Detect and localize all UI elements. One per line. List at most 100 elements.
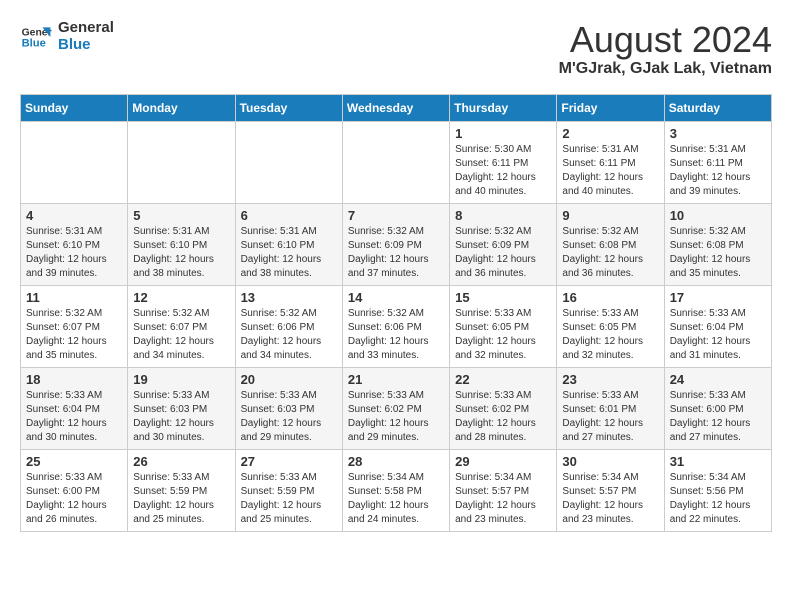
weekday-header: Saturday [664, 94, 771, 121]
calendar-cell: 4 Sunrise: 5:31 AM Sunset: 6:10 PM Daylig… [21, 203, 128, 285]
day-info: Sunrise: 5:33 AM Sunset: 6:00 PM Dayligh… [670, 389, 766, 445]
day-info: Sunrise: 5:33 AM Sunset: 6:03 PM Dayligh… [241, 389, 337, 445]
calendar-cell [342, 121, 449, 203]
day-number: 19 [133, 372, 229, 387]
day-number: 28 [348, 454, 444, 469]
day-info: Sunrise: 5:31 AM Sunset: 6:10 PM Dayligh… [133, 225, 229, 281]
calendar-cell: 31 Sunrise: 5:34 AM Sunset: 5:56 PM Dayli… [664, 449, 771, 531]
day-number: 15 [455, 290, 551, 305]
day-info: Sunrise: 5:31 AM Sunset: 6:11 PM Dayligh… [670, 143, 766, 199]
svg-text:Blue: Blue [22, 37, 46, 49]
calendar-cell: 17Sunrise: 5:33 AM Sunset: 6:04 PM Dayli… [664, 285, 771, 367]
calendar-cell: 12Sunrise: 5:32 AM Sunset: 6:07 PM Dayli… [128, 285, 235, 367]
day-info: Sunrise: 5:31 AM Sunset: 6:11 PM Dayligh… [562, 143, 658, 199]
day-number: 4 [26, 208, 122, 223]
day-number: 30 [562, 454, 658, 469]
day-number: 16 [562, 290, 658, 305]
day-info: Sunrise: 5:31 AM Sunset: 6:10 PM Dayligh… [241, 225, 337, 281]
day-info: Sunrise: 5:33 AM Sunset: 6:02 PM Dayligh… [455, 389, 551, 445]
logo: General Blue General Blue [20, 20, 114, 53]
day-info: Sunrise: 5:34 AM Sunset: 5:57 PM Dayligh… [562, 471, 658, 527]
calendar-cell: 6 Sunrise: 5:31 AM Sunset: 6:10 PM Daylig… [235, 203, 342, 285]
calendar-cell: 19 Sunrise: 5:33 AM Sunset: 6:03 PM Dayli… [128, 367, 235, 449]
calendar-cell: 22 Sunrise: 5:33 AM Sunset: 6:02 PM Dayli… [450, 367, 557, 449]
calendar-cell: 16 Sunrise: 5:33 AM Sunset: 6:05 PM Dayli… [557, 285, 664, 367]
day-number: 1 [455, 126, 551, 141]
page-header: General Blue General Blue August 2024 M'… [20, 20, 772, 78]
calendar-cell: 15 Sunrise: 5:33 AM Sunset: 6:05 PM Dayli… [450, 285, 557, 367]
calendar-cell: 23 Sunrise: 5:33 AM Sunset: 6:01 PM Dayli… [557, 367, 664, 449]
day-info: Sunrise: 5:33 AM Sunset: 6:02 PM Dayligh… [348, 389, 444, 445]
day-number: 18 [26, 372, 122, 387]
calendar-cell: 13 Sunrise: 5:32 AM Sunset: 6:06 PM Dayli… [235, 285, 342, 367]
logo-blue-text: Blue [58, 37, 114, 54]
day-info: Sunrise: 5:33 AM Sunset: 6:05 PM Dayligh… [562, 307, 658, 363]
calendar-week-row: 11 Sunrise: 5:32 AM Sunset: 6:07 PM Dayli… [21, 285, 772, 367]
calendar-cell: 2 Sunrise: 5:31 AM Sunset: 6:11 PM Daylig… [557, 121, 664, 203]
day-info: Sunrise: 5:32 AM Sunset: 6:06 PM Dayligh… [241, 307, 337, 363]
day-number: 11 [26, 290, 122, 305]
day-info: Sunrise: 5:32 AM Sunset: 6:08 PM Dayligh… [562, 225, 658, 281]
day-number: 20 [241, 372, 337, 387]
calendar-table: SundayMondayTuesdayWednesdayThursdayFrid… [20, 94, 772, 532]
weekday-header: Thursday [450, 94, 557, 121]
day-info: Sunrise: 5:33 AM Sunset: 5:59 PM Dayligh… [133, 471, 229, 527]
day-info: Sunrise: 5:33 AM Sunset: 6:04 PM Dayligh… [26, 389, 122, 445]
calendar-cell: 28Sunrise: 5:34 AM Sunset: 5:58 PM Dayli… [342, 449, 449, 531]
calendar-week-row: 1 Sunrise: 5:30 AM Sunset: 6:11 PM Daylig… [21, 121, 772, 203]
logo-text: General [58, 20, 114, 37]
calendar-subtitle: M'GJrak, GJak Lak, Vietnam [559, 60, 772, 78]
day-number: 3 [670, 126, 766, 141]
calendar-cell: 18 Sunrise: 5:33 AM Sunset: 6:04 PM Dayli… [21, 367, 128, 449]
day-info: Sunrise: 5:30 AM Sunset: 6:11 PM Dayligh… [455, 143, 551, 199]
calendar-cell: 26 Sunrise: 5:33 AM Sunset: 5:59 PM Dayli… [128, 449, 235, 531]
title-block: August 2024 M'GJrak, GJak Lak, Vietnam [559, 20, 772, 78]
day-number: 13 [241, 290, 337, 305]
day-number: 6 [241, 208, 337, 223]
calendar-cell: 29 Sunrise: 5:34 AM Sunset: 5:57 PM Dayli… [450, 449, 557, 531]
day-info: Sunrise: 5:32 AM Sunset: 6:08 PM Dayligh… [670, 225, 766, 281]
day-number: 23 [562, 372, 658, 387]
day-number: 5 [133, 208, 229, 223]
calendar-cell: 7 Sunrise: 5:32 AM Sunset: 6:09 PM Daylig… [342, 203, 449, 285]
weekday-header: Monday [128, 94, 235, 121]
calendar-cell: 21 Sunrise: 5:33 AM Sunset: 6:02 PM Dayli… [342, 367, 449, 449]
calendar-cell [128, 121, 235, 203]
weekday-header: Wednesday [342, 94, 449, 121]
day-number: 25 [26, 454, 122, 469]
day-number: 31 [670, 454, 766, 469]
logo-icon: General Blue [20, 21, 52, 53]
day-info: Sunrise: 5:32 AM Sunset: 6:09 PM Dayligh… [348, 225, 444, 281]
day-number: 24 [670, 372, 766, 387]
calendar-cell [21, 121, 128, 203]
day-number: 10 [670, 208, 766, 223]
day-number: 14 [348, 290, 444, 305]
calendar-cell: 5 Sunrise: 5:31 AM Sunset: 6:10 PM Daylig… [128, 203, 235, 285]
day-number: 22 [455, 372, 551, 387]
calendar-cell: 9Sunrise: 5:32 AM Sunset: 6:08 PM Daylig… [557, 203, 664, 285]
day-info: Sunrise: 5:33 AM Sunset: 6:03 PM Dayligh… [133, 389, 229, 445]
calendar-title: August 2024 [559, 20, 772, 60]
day-info: Sunrise: 5:34 AM Sunset: 5:56 PM Dayligh… [670, 471, 766, 527]
day-number: 2 [562, 126, 658, 141]
calendar-cell: 30 Sunrise: 5:34 AM Sunset: 5:57 PM Dayli… [557, 449, 664, 531]
day-number: 26 [133, 454, 229, 469]
day-info: Sunrise: 5:31 AM Sunset: 6:10 PM Dayligh… [26, 225, 122, 281]
day-info: Sunrise: 5:33 AM Sunset: 6:01 PM Dayligh… [562, 389, 658, 445]
day-number: 29 [455, 454, 551, 469]
calendar-week-row: 4 Sunrise: 5:31 AM Sunset: 6:10 PM Daylig… [21, 203, 772, 285]
day-number: 27 [241, 454, 337, 469]
day-info: Sunrise: 5:34 AM Sunset: 5:57 PM Dayligh… [455, 471, 551, 527]
day-info: Sunrise: 5:33 AM Sunset: 5:59 PM Dayligh… [241, 471, 337, 527]
calendar-week-row: 18 Sunrise: 5:33 AM Sunset: 6:04 PM Dayli… [21, 367, 772, 449]
weekday-header: Friday [557, 94, 664, 121]
weekday-header: Tuesday [235, 94, 342, 121]
day-number: 7 [348, 208, 444, 223]
day-info: Sunrise: 5:33 AM Sunset: 6:05 PM Dayligh… [455, 307, 551, 363]
day-info: Sunrise: 5:32 AM Sunset: 6:09 PM Dayligh… [455, 225, 551, 281]
day-number: 8 [455, 208, 551, 223]
day-number: 17 [670, 290, 766, 305]
calendar-cell: 1 Sunrise: 5:30 AM Sunset: 6:11 PM Daylig… [450, 121, 557, 203]
day-number: 21 [348, 372, 444, 387]
day-info: Sunrise: 5:32 AM Sunset: 6:07 PM Dayligh… [133, 307, 229, 363]
